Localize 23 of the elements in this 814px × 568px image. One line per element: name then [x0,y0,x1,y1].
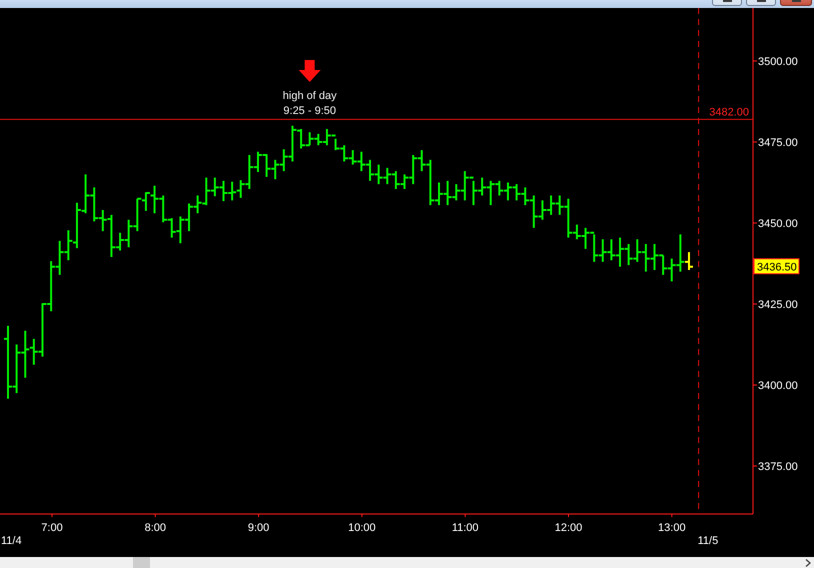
y-axis-label: 3500.00 [758,56,798,68]
x-axis-label: 10:00 [348,522,376,534]
annotation-time-range: 9:25 - 9:50 [283,105,336,117]
y-axis-label: 3475.00 [758,137,798,149]
x-axis-label: 8:00 [144,522,166,534]
y-axis-label: 3400.00 [758,380,798,392]
x-axis-label: 12:00 [554,522,582,534]
date-label: 11/5 [698,535,718,547]
down-arrow-icon [298,60,321,82]
y-axis-label: 3450.00 [758,218,798,230]
date-label: 11/4 [1,535,22,547]
chevron-right-icon[interactable] [805,558,811,566]
high-of-day-price: 3482.00 [709,106,749,118]
x-axis-label: 7:00 [41,522,63,534]
annotation-label: high of day [282,90,337,102]
x-axis-label: 11:00 [452,522,479,534]
x-axis-label: 13:00 [658,522,686,534]
scrollbar-thumb[interactable] [133,557,150,568]
y-axis-label: 3425.00 [758,299,798,311]
current-price-tag: 3436.50 [754,258,800,274]
y-axis-label: 3375.00 [758,461,798,473]
horizontal-scrollbar[interactable] [0,557,814,568]
x-axis-label: 9:00 [248,522,270,534]
